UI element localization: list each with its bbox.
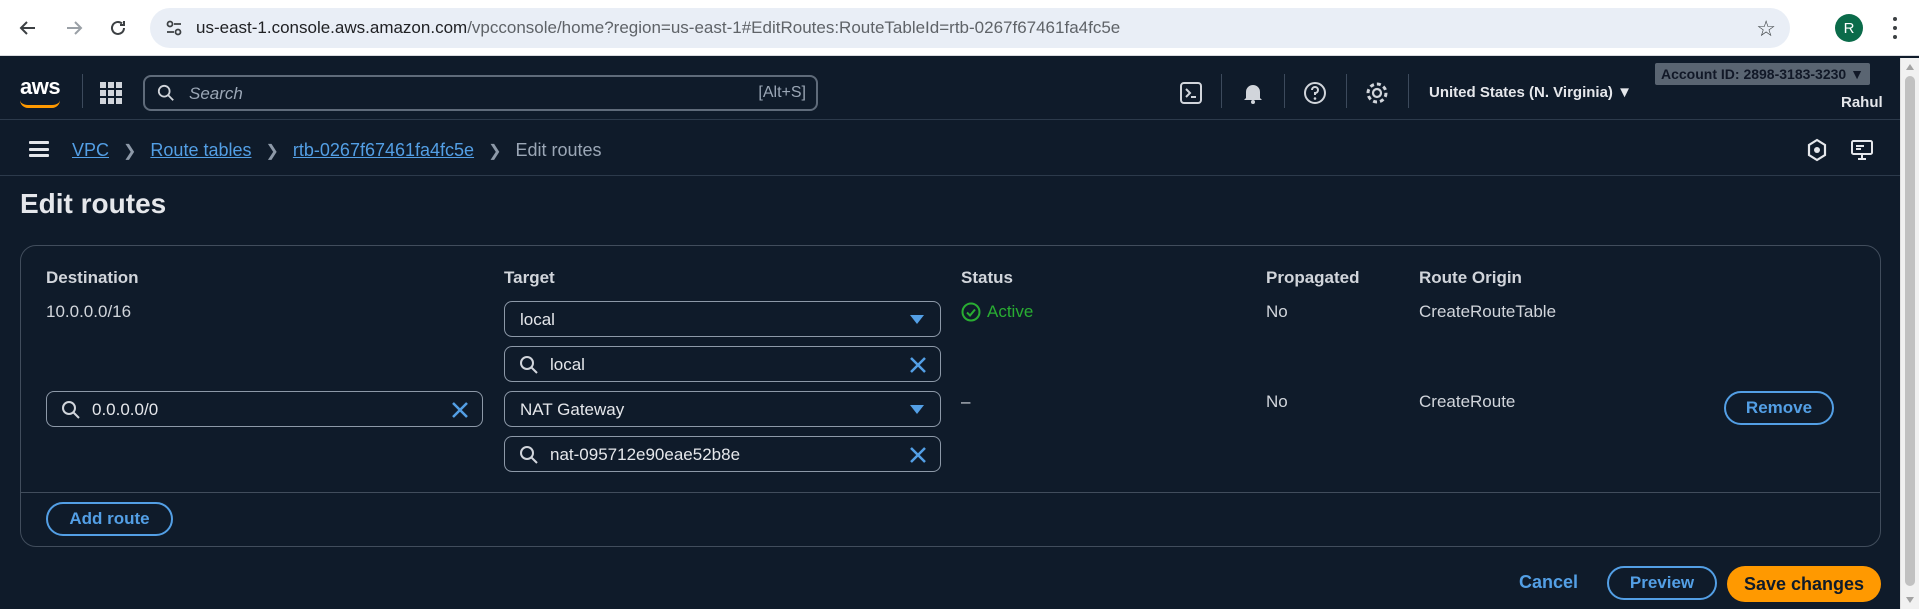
route-origin: CreateRouteTable <box>1419 302 1557 321</box>
cloudshell-icon[interactable] <box>1178 80 1204 106</box>
breadcrumb-bar: VPC ❯ Route tables ❯ rtb-0267f67461fa4fc… <box>0 122 1900 176</box>
search-input[interactable]: Search [Alt+S] <box>143 75 818 111</box>
search-icon <box>62 401 80 419</box>
breadcrumb: VPC ❯ Route tables ❯ rtb-0267f67461fa4fc… <box>72 140 602 161</box>
clear-x-icon[interactable] <box>908 445 928 465</box>
search-icon <box>520 356 538 374</box>
settings-gear-icon[interactable] <box>1364 80 1390 106</box>
search-shortcut: [Alt+S] <box>758 84 806 101</box>
region-selector[interactable]: United States (N. Virginia) ▼ <box>1429 84 1632 101</box>
url-path: /vpcconsole/home?region=us-east-1#EditRo… <box>467 18 1121 37</box>
caret-down-icon <box>910 405 924 414</box>
profile-avatar[interactable]: R <box>1835 14 1863 42</box>
target-filter-input[interactable]: nat-095712e90eae52b8e <box>504 436 941 472</box>
forward-arrow-icon[interactable] <box>60 14 88 42</box>
target-filter-value: local <box>550 355 585 374</box>
site-settings-icon[interactable] <box>164 18 184 38</box>
clear-x-icon[interactable] <box>908 355 928 375</box>
services-grid-icon[interactable] <box>100 82 122 104</box>
back-arrow-icon[interactable] <box>14 14 42 42</box>
preview-button[interactable]: Preview <box>1607 566 1717 600</box>
column-header-target: Target <box>504 268 555 287</box>
caret-down-icon <box>910 315 924 324</box>
url-domain: us-east-1.console.aws.amazon.com <box>196 18 468 37</box>
remove-route-button[interactable]: Remove <box>1724 391 1834 425</box>
page-scrollbar[interactable] <box>1900 58 1919 609</box>
target-filter-input[interactable]: local <box>504 346 941 382</box>
target-filter-value: nat-095712e90eae52b8e <box>550 445 741 464</box>
scroll-down-arrow-icon[interactable] <box>1906 597 1914 603</box>
route-status: – <box>961 392 971 411</box>
search-icon <box>157 84 174 101</box>
aws-logo-text: aws <box>20 74 61 99</box>
reload-icon[interactable] <box>104 14 132 42</box>
scroll-thumb[interactable] <box>1905 76 1915 586</box>
route-propagated: No <box>1266 392 1288 411</box>
aws-logo[interactable]: aws <box>20 74 61 108</box>
feedback-monitor-icon[interactable] <box>1850 138 1874 162</box>
column-header-destination: Destination <box>46 268 139 287</box>
route-destination: 10.0.0.0/16 <box>46 302 132 321</box>
aws-top-nav: aws Search [Alt+S] United States (N. Vir… <box>0 58 1900 120</box>
user-name[interactable]: Rahul <box>1841 94 1883 111</box>
target-type-value: NAT Gateway <box>520 400 625 419</box>
chevron-right-icon: ❯ <box>265 142 279 160</box>
target-type-value: local <box>520 310 555 329</box>
clear-x-icon[interactable] <box>450 400 470 420</box>
url-text: us-east-1.console.aws.amazon.com/vpccons… <box>196 18 1120 38</box>
destination-input[interactable]: 0.0.0.0/0 <box>46 391 483 427</box>
scroll-up-arrow-icon[interactable] <box>1906 64 1914 70</box>
search-icon <box>520 446 538 464</box>
bookmark-star-icon[interactable]: ☆ <box>1756 16 1776 42</box>
breadcrumb-route-table-id[interactable]: rtb-0267f67461fa4fc5e <box>293 140 474 161</box>
breadcrumb-current: Edit routes <box>515 140 602 160</box>
column-header-route-origin: Route Origin <box>1419 268 1522 287</box>
breadcrumb-route-tables[interactable]: Route tables <box>150 140 251 161</box>
route-propagated: No <box>1266 302 1288 321</box>
divider <box>21 492 1880 493</box>
column-header-propagated: Propagated <box>1266 268 1360 287</box>
browser-toolbar: us-east-1.console.aws.amazon.com/vpccons… <box>0 0 1919 56</box>
status-check-icon <box>961 302 981 322</box>
browser-menu-icon[interactable] <box>1890 14 1900 42</box>
account-id-badge[interactable]: Account ID: 2898-3183-3230 ▼ <box>1655 63 1870 85</box>
chevron-right-icon: ❯ <box>488 142 502 160</box>
help-icon[interactable] <box>1302 80 1328 106</box>
notifications-hexagon-icon[interactable] <box>1805 138 1829 162</box>
page-title: Edit routes <box>20 188 167 219</box>
destination-value: 0.0.0.0/0 <box>92 400 159 419</box>
routes-panel: Destination Target Status Propagated Rou… <box>20 245 1881 547</box>
breadcrumb-vpc[interactable]: VPC <box>72 140 109 161</box>
menu-hamburger-icon[interactable] <box>29 141 49 157</box>
save-changes-button[interactable]: Save changes <box>1727 566 1881 602</box>
target-type-select[interactable]: NAT Gateway <box>504 391 941 427</box>
add-route-button[interactable]: Add route <box>46 502 173 536</box>
column-header-status: Status <box>961 268 1013 287</box>
route-origin: CreateRoute <box>1419 392 1516 411</box>
chevron-right-icon: ❯ <box>123 142 137 160</box>
notifications-bell-icon[interactable] <box>1240 80 1266 106</box>
status-text: Active <box>987 302 1034 321</box>
status-badge: Active <box>961 302 1033 322</box>
cancel-button[interactable]: Cancel <box>1519 572 1578 593</box>
address-bar[interactable]: us-east-1.console.aws.amazon.com/vpccons… <box>150 8 1790 48</box>
target-type-select[interactable]: local <box>504 301 941 337</box>
search-placeholder: Search <box>189 84 243 103</box>
